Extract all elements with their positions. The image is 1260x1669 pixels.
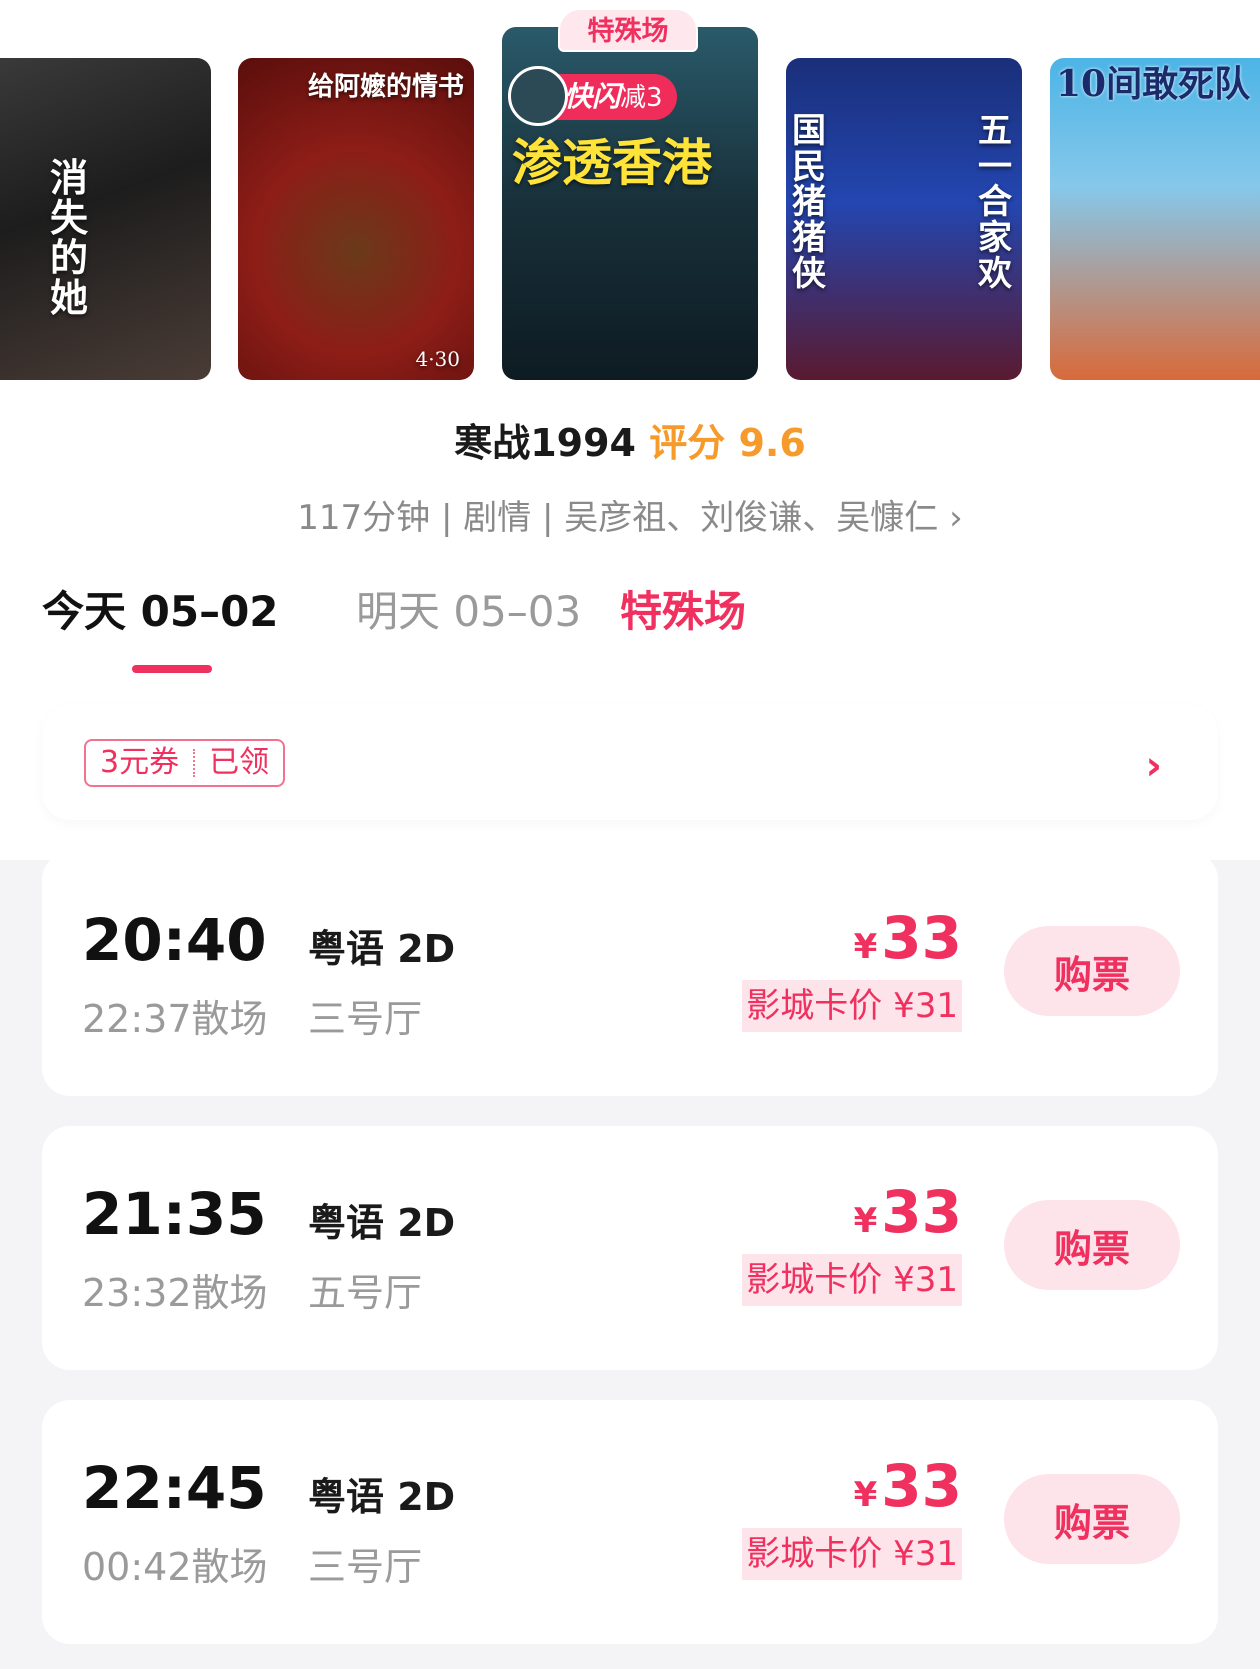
show-price: ¥33 (854, 904, 962, 972)
show-start-time: 20:40 (82, 906, 267, 974)
currency-symbol: ¥ (853, 1201, 878, 1241)
currency-symbol: ¥ (853, 927, 878, 967)
tab-today[interactable]: 今天 05–02 (42, 578, 279, 639)
coupon-status: 已领 (209, 745, 270, 780)
poster-side-text: 五一合家欢 (978, 111, 1012, 294)
showtime-card: 20:40 22:37散场 粤语 2D 三号厅 ¥33 影城卡价 ¥31 购票 (42, 852, 1218, 1096)
score-label: 评分 (649, 421, 726, 465)
poster-5[interactable]: 10间敢死队 (1050, 58, 1260, 380)
price-value: 33 (881, 1452, 962, 1520)
show-price: ¥33 (854, 1178, 962, 1246)
poster-title: 给阿嬷的情书 (308, 72, 465, 102)
flash-avatar-icon (508, 66, 568, 126)
movie-meta[interactable]: 117分钟 | 剧情 | 吴彦祖、刘俊谦、吴慷仁 › (0, 490, 1260, 539)
poster-title: 消失的她 (50, 155, 89, 320)
poster-title: 渗透香港 (512, 133, 712, 192)
poster-4[interactable]: 国民猪猪侠 五一合家欢 (786, 58, 1022, 380)
poster-title: 国民猪猪侠 (792, 111, 826, 294)
showtime-card: 22:45 00:42散场 粤语 2D 三号厅 ¥33 影城卡价 ¥31 购票 (42, 1400, 1218, 1644)
price-value: 33 (881, 1178, 962, 1246)
show-end-time: 23:32散场 (82, 1271, 268, 1315)
active-tab-indicator (132, 665, 212, 673)
show-language-format: 粤语 2D (308, 1475, 456, 1519)
price-value: 33 (881, 904, 962, 972)
poster-1[interactable]: 消失的她 (0, 58, 211, 380)
buy-ticket-button[interactable]: 购票 (1004, 1474, 1180, 1564)
flash-brand: 快闪 (564, 80, 621, 113)
member-card-price: 影城卡价 ¥31 (742, 1254, 962, 1306)
member-card-price: 影城卡价 ¥31 (742, 980, 962, 1032)
show-hall: 五号厅 (308, 1271, 423, 1315)
show-start-time: 21:35 (82, 1180, 267, 1248)
tab-special-screening[interactable]: 特殊场 (620, 578, 746, 639)
show-hall: 三号厅 (308, 1545, 423, 1589)
show-end-time: 00:42散场 (82, 1545, 268, 1589)
show-end-time: 22:37散场 (82, 997, 268, 1041)
tab-tomorrow[interactable]: 明天 05–03 (356, 578, 581, 639)
score-value: 9.6 (738, 421, 806, 465)
chevron-right-icon[interactable]: › (1146, 743, 1162, 789)
coupon-card[interactable]: 3元券 已领 › (42, 705, 1218, 820)
show-hall: 三号厅 (308, 997, 423, 1041)
poster-date: 4·30 (415, 347, 460, 371)
show-language-format: 粤语 2D (308, 927, 456, 971)
show-price: ¥33 (854, 1452, 962, 1520)
special-screening-tag: 特殊场 (558, 8, 698, 52)
movie-title: 寒战1994 (454, 421, 636, 465)
movie-title-row: 寒战1994 评分 9.6 (0, 412, 1260, 467)
coupon-amount: 3元券 (100, 745, 180, 780)
member-card-price: 影城卡价 ¥31 (742, 1528, 962, 1580)
showtime-card: 21:35 23:32散场 粤语 2D 五号厅 ¥33 影城卡价 ¥31 购票 (42, 1126, 1218, 1370)
flash-discount: 减3 (620, 83, 663, 113)
currency-symbol: ¥ (853, 1475, 878, 1515)
buy-ticket-button[interactable]: 购票 (1004, 926, 1180, 1016)
poster-title: 10间敢死队 (1056, 63, 1251, 105)
poster-carousel[interactable]: 消失的她 给阿嬷的情书 4·30 渗透香港 国民猪猪侠 五一合家欢 10间敢死队… (0, 0, 1260, 390)
show-start-time: 22:45 (82, 1454, 267, 1522)
buy-ticket-button[interactable]: 购票 (1004, 1200, 1180, 1290)
show-language-format: 粤语 2D (308, 1201, 456, 1245)
poster-2[interactable]: 给阿嬷的情书 4·30 (238, 58, 474, 380)
coupon-tag: 3元券 已领 (84, 739, 286, 787)
